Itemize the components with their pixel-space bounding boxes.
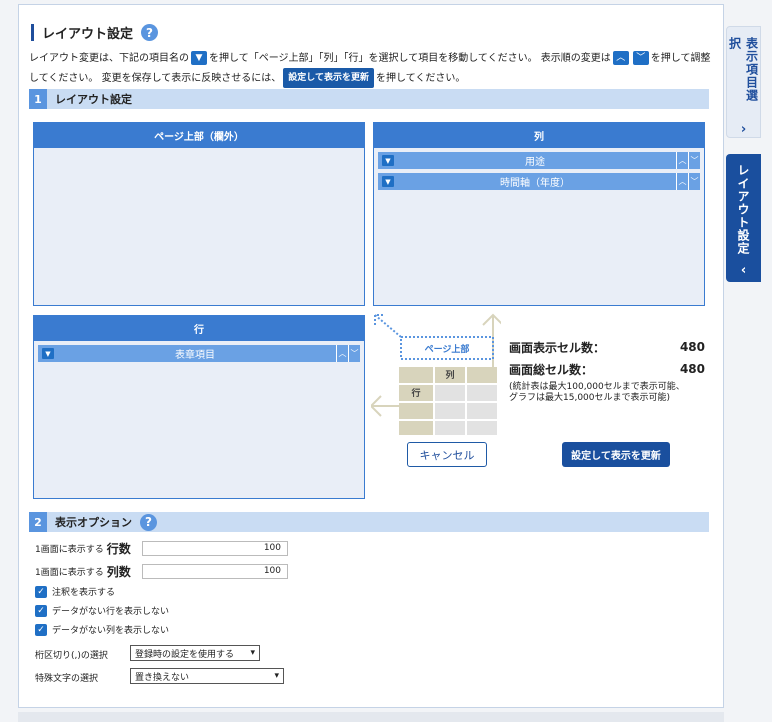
chevron-up-icon[interactable]: ︿ (676, 152, 688, 169)
page-area-panel[interactable]: ページ上部（欄外） (33, 122, 365, 306)
bottom-strip (18, 712, 724, 722)
tab-layout-settings-label: レイアウト設定 (736, 164, 750, 255)
total-cells-value: 480 (679, 362, 705, 376)
desc-apply-chip: 設定して表示を更新 (283, 68, 375, 88)
display-cells-value: 480 (679, 340, 705, 354)
tab-item-selection-label: 表示項目選択 (727, 37, 759, 102)
chevron-up-icon[interactable]: ︿ (676, 173, 688, 190)
cancel-button[interactable]: キャンセル (407, 442, 487, 467)
chevron-down-icon: ﹀ (632, 51, 649, 65)
page-title-text: レイアウト設定 (42, 27, 134, 42)
separator-select-value: 登録時の設定を使用する (135, 649, 235, 660)
cell-stats: 画面表示セル数： 480 画面総セル数： 480 (統計表は最大100,000セ… (509, 336, 705, 404)
page-title: レイアウト設定 ? (31, 23, 159, 42)
display-cells-row: 画面表示セル数： 480 (509, 336, 705, 358)
cell-limit-note: (統計表は最大100,000セルまで表示可能、 グラフは最大15,000セルまで… (509, 382, 705, 404)
title-accent-bar (31, 24, 34, 41)
cell-limit-note-1: (統計表は最大100,000セルまで表示可能、 (509, 382, 685, 392)
layout-settings-panel: レイアウト設定 ? レイアウト変更は、下記の項目名の ▼ を押して「ページ上部」「列… (18, 4, 724, 708)
separator-select[interactable]: 登録時の設定を使用する ▾ (130, 645, 260, 661)
rows-area-title: 行 (34, 316, 364, 341)
page-area-title: ページ上部（欄外） (34, 123, 364, 148)
checkbox-checked-icon[interactable]: ✓ (35, 604, 47, 617)
section-2-header: 2 表示オプション ? (29, 512, 709, 532)
row-item-label: 表章項目 (175, 350, 215, 361)
section-1-title: レイアウト設定 (55, 93, 132, 106)
special-char-label-text: 特殊文字の選択 (35, 674, 99, 684)
hide-empty-cols-option[interactable]: ✓ データがない列を表示しない (35, 623, 169, 636)
dropdown-icon: ▼ (191, 51, 207, 65)
section-1-number: 1 (29, 89, 47, 109)
cols-per-screen-label: 1画面に表示する 列数 (35, 563, 131, 580)
help-icon[interactable]: ? (141, 24, 159, 41)
total-cells-label: 画面総セル数： (509, 362, 594, 377)
desc-text-1: レイアウト変更は、下記の項目名の (29, 53, 189, 64)
description: レイアウト変更は、下記の項目名の ▼ を押して「ページ上部」「列」「行」を選択して項… (29, 50, 719, 88)
special-char-label: 特殊文字の選択 (35, 671, 98, 684)
cols-label: 列数 (106, 565, 131, 579)
columns-area-panel[interactable]: 列 ▼ 用途 ︿ ﹀ ▼ 時間軸（年度） ︿ ﹀ (373, 122, 705, 306)
cell-limit-note-2: グラフは最大15,000セルまで表示可能) (509, 393, 671, 403)
rows-per-screen-label: 1画面に表示する 行数 (35, 540, 131, 557)
chevron-down-icon[interactable]: ﹀ (688, 173, 700, 190)
dropdown-icon[interactable]: ▼ (382, 176, 394, 187)
help-icon[interactable]: ? (140, 513, 157, 531)
section-1-header: 1 レイアウト設定 (29, 89, 709, 109)
desc-text-4: を押してください。 (376, 73, 466, 84)
chevron-left-icon: ‹ (740, 263, 747, 278)
column-item-youto[interactable]: ▼ 用途 ︿ ﹀ (378, 152, 700, 169)
rows-per-screen-input[interactable]: 100 (142, 541, 288, 556)
rows-label: 行数 (106, 542, 131, 556)
chevron-up-icon[interactable]: ︿ (336, 345, 348, 362)
tab-layout-settings[interactable]: レイアウト設定 ‹ (726, 154, 761, 282)
special-char-select[interactable]: 置き換えない ▾ (130, 668, 284, 684)
layout-diagram: ページ上部 列 行 (369, 311, 504, 435)
chevron-down-icon[interactable]: ﹀ (348, 345, 360, 362)
desc-text-2: を押して「ページ上部」「列」「行」を選択して項目を移動してください。 表示順の変… (209, 53, 611, 64)
layout-diagram-graphic: ページ上部 列 行 (369, 313, 504, 435)
section-2-number: 2 (29, 512, 47, 532)
dropdown-icon[interactable]: ▼ (382, 155, 394, 166)
section-2-title: 表示オプション (55, 516, 132, 529)
diagram-page-label: ページ上部 (425, 343, 470, 355)
cols-per-screen-input[interactable]: 100 (142, 564, 288, 579)
tab-item-selection[interactable]: 表示項目選択 › (726, 26, 761, 138)
chevron-down-icon: ▾ (274, 671, 279, 681)
chevron-up-icon: ︿ (612, 51, 629, 65)
checkbox-checked-icon[interactable]: ✓ (35, 585, 47, 598)
separator-label: 桁区切り(,)の選択 (35, 648, 108, 661)
show-notes-option[interactable]: ✓ 注釈を表示する (35, 585, 115, 598)
hide-empty-rows-option[interactable]: ✓ データがない行を表示しない (35, 604, 169, 617)
columns-area-title: 列 (374, 123, 704, 148)
diagram-row-label: 行 (410, 387, 420, 399)
rows-prefix: 1画面に表示する (35, 545, 104, 555)
show-notes-label: 注釈を表示する (52, 588, 116, 598)
column-item-timeaxis[interactable]: ▼ 時間軸（年度） ︿ ﹀ (378, 173, 700, 190)
special-char-select-value: 置き換えない (135, 672, 190, 683)
total-cells-row: 画面総セル数： 480 (509, 358, 705, 380)
separator-label-text: 桁区切り(,)の選択 (35, 651, 108, 661)
chevron-right-icon: › (740, 122, 747, 137)
chevron-down-icon: ▾ (250, 648, 255, 658)
diagram-col-label: 列 (445, 369, 454, 381)
apply-button[interactable]: 設定して表示を更新 (562, 442, 670, 467)
rows-area-panel[interactable]: 行 ▼ 表章項目 ︿ ﹀ (33, 315, 365, 499)
hide-empty-cols-label: データがない列を表示しない (52, 626, 170, 636)
hide-empty-rows-label: データがない行を表示しない (52, 607, 170, 617)
chevron-down-icon[interactable]: ﹀ (688, 152, 700, 169)
display-cells-label: 画面表示セル数： (509, 340, 606, 355)
cols-prefix: 1画面に表示する (35, 568, 104, 578)
row-item-hyoshou[interactable]: ▼ 表章項目 ︿ ﹀ (38, 345, 360, 362)
checkbox-checked-icon[interactable]: ✓ (35, 623, 47, 636)
dropdown-icon[interactable]: ▼ (42, 348, 54, 359)
column-item-label: 時間軸（年度） (500, 178, 570, 189)
column-item-label: 用途 (525, 157, 545, 168)
